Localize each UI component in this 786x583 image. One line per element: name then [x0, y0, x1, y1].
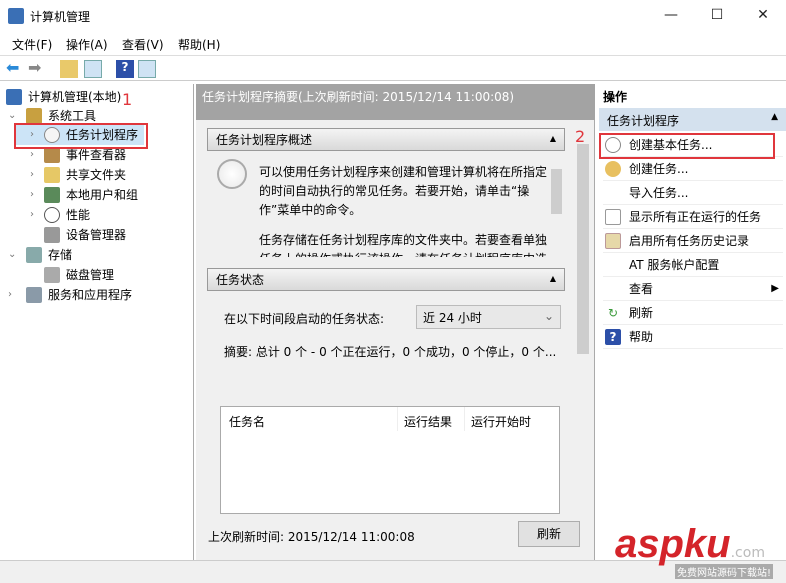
annotation-1: 1 [122, 90, 133, 109]
tree-item-device-manager[interactable]: 设备管理器 [30, 225, 126, 245]
highlight-box-1 [14, 123, 148, 149]
action-enable-history[interactable]: 启用所有任务历史记录 [603, 229, 783, 253]
collapse-icon[interactable]: ▲ [550, 271, 556, 287]
overview-text-1: 可以使用任务计划程序来创建和管理计算机将在所指定的时间自动执行的常见任务。若要开… [259, 165, 548, 217]
menu-action[interactable]: 操作(A) [66, 36, 108, 53]
close-button[interactable]: ✕ [740, 0, 786, 32]
help-icon: ? [605, 329, 621, 345]
action-create-task[interactable]: 创建任务... [603, 157, 783, 181]
actions-pane: 操作 任务计划程序 ▲ 创建基本任务... 创建任务... 导入任务... 显示所… [597, 84, 786, 560]
summary-header: 任务计划程序摘要(上次刷新时间: 2015/12/14 11:00:08) [196, 84, 595, 120]
watermark-logo: aspku.com 免费网站源码下载站! [615, 522, 774, 579]
help-icon[interactable]: ? [116, 60, 134, 78]
computer-management-icon [8, 8, 24, 24]
annotation-2: 2 [575, 127, 586, 146]
menu-help[interactable]: 帮助(H) [178, 36, 220, 53]
users-icon [44, 187, 60, 203]
tree-item-performance[interactable]: › 性能 [30, 205, 90, 225]
period-dropdown[interactable]: 近 24 小时 ⌄ [416, 305, 561, 329]
device-manager-icon [44, 227, 60, 243]
maximize-button[interactable]: ☐ [694, 0, 740, 32]
tree-item-services-apps[interactable]: › 服务和应用程序 [8, 285, 132, 305]
refresh-button[interactable]: 刷新 [518, 521, 580, 547]
event-viewer-icon [44, 147, 60, 163]
running-tasks-icon [605, 209, 621, 225]
collapse-icon: ▲ [771, 112, 778, 122]
services-icon [26, 287, 42, 303]
period-label: 在以下时间段启动的任务状态: [224, 312, 385, 326]
action-show-running-tasks[interactable]: 显示所有正在运行的任务 [603, 205, 783, 229]
status-section-header[interactable]: 任务状态 ▲ [207, 268, 565, 291]
up-folder-icon[interactable] [60, 60, 78, 78]
menu-file[interactable]: 文件(F) [12, 36, 52, 53]
new-task-icon [605, 161, 621, 177]
refresh-icon: ↻ [607, 306, 619, 320]
column-header-result[interactable]: 运行结果 [404, 413, 452, 430]
summary-pane: 任务计划程序摘要(上次刷新时间: 2015/12/14 11:00:08) 任务… [196, 84, 595, 560]
overview-section-header[interactable]: 任务计划程序概述 ▲ [207, 128, 565, 151]
overview-scrollbar[interactable] [549, 151, 564, 257]
column-header-task-name[interactable]: 任务名 [229, 413, 265, 430]
tree-item-shared-folders[interactable]: › 共享文件夹 [30, 165, 126, 185]
action-import-task[interactable]: 导入任务... [603, 181, 783, 205]
overview-text-2: 任务存储在任务计划程序库的文件夹中。若要查看单独任务上的操作或执行该操作，请在任… [259, 233, 548, 257]
submenu-arrow-icon: ▶ [771, 283, 779, 294]
actions-header: 操作 [603, 90, 628, 104]
disk-icon [44, 267, 60, 283]
forward-arrow-icon[interactable]: ➡ [28, 60, 46, 78]
highlight-box-2 [599, 133, 775, 159]
history-icon [605, 233, 621, 249]
chevron-down-icon: ⌄ [543, 309, 554, 323]
collapse-icon[interactable]: ▲ [550, 131, 556, 147]
performance-icon [44, 207, 60, 223]
shared-folder-icon [44, 167, 60, 183]
tree-item-disk-management[interactable]: 磁盘管理 [44, 265, 114, 285]
action-help[interactable]: ? 帮助 [603, 325, 783, 349]
minimize-button[interactable]: — [648, 0, 694, 32]
show-hide-tree-icon[interactable] [84, 60, 102, 78]
menu-bar: 文件(F) 操作(A) 查看(V) 帮助(H) [0, 32, 786, 55]
action-at-service-account[interactable]: AT 服务帐户配置 [603, 253, 783, 277]
tree-item-local-users-groups[interactable]: › 本地用户和组 [30, 185, 138, 205]
column-header-start-time[interactable]: 运行开始时 [471, 413, 559, 430]
last-refresh-time: 上次刷新时间: 2015/12/14 11:00:08 [208, 530, 415, 544]
window-title: 计算机管理 [30, 10, 91, 24]
tree-item-storage[interactable]: ⌄ 存储 [8, 245, 72, 265]
storage-icon [26, 247, 42, 263]
summary-scrollbar[interactable] [574, 120, 592, 515]
show-hide-action-pane-icon[interactable] [138, 60, 156, 78]
overview-body: 可以使用任务计划程序来创建和管理计算机将在所指定的时间自动执行的常见任务。若要开… [207, 151, 565, 257]
task-table: 任务名 运行结果 运行开始时 [220, 406, 560, 514]
action-refresh[interactable]: ↻ 刷新 [603, 301, 783, 325]
status-summary: 摘要: 总计 0 个 - 0 个正在运行，0 个成功，0 个停止，0 个... [224, 345, 557, 359]
clock-icon [217, 159, 247, 189]
title-bar: 计算机管理 — ☐ ✕ [0, 0, 786, 32]
back-arrow-icon[interactable]: ⬅ [6, 60, 24, 78]
computer-icon [6, 89, 22, 105]
menu-view[interactable]: 查看(V) [122, 36, 164, 53]
navigation-tree: 计算机管理(本地) ⌄ 系统工具 › 任务计划程序 › 事件查看器 › 共享文件夹 › 本… [0, 84, 194, 560]
tools-icon [26, 108, 42, 124]
tree-item-computer-management[interactable]: 计算机管理(本地) [6, 87, 121, 107]
action-view[interactable]: 查看 ▶ [603, 277, 783, 301]
actions-section-header[interactable]: 任务计划程序 ▲ [599, 108, 786, 131]
toolbar: ⬅ ➡ ? [0, 55, 786, 81]
